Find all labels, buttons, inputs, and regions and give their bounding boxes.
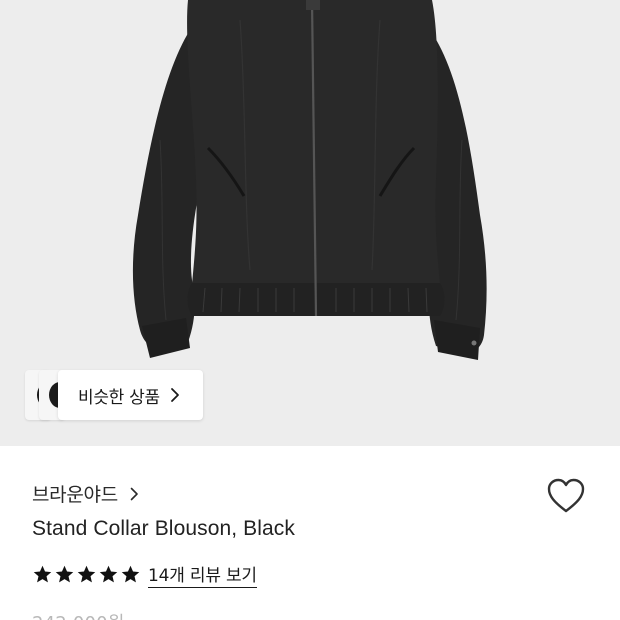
product-image-area[interactable]: 비슷한 상품 [0, 0, 620, 446]
brand-name: 브라운야드 [32, 484, 118, 506]
star-rating [32, 564, 142, 585]
star-icon [99, 565, 118, 583]
reviews-link[interactable]: 14개 리뷰 보기 [148, 561, 257, 588]
product-title: Stand Collar Blouson, Black [32, 517, 296, 540]
star-icon [121, 565, 140, 583]
rating-row: 14개 리뷰 보기 [32, 561, 257, 588]
similar-products-label: 비슷한 상품 [78, 387, 160, 408]
star-icon [33, 565, 52, 583]
product-price: 242,000원 [32, 609, 125, 620]
heart-icon[interactable] [546, 477, 586, 515]
chevron-right-icon [130, 487, 138, 500]
star-icon [55, 565, 74, 583]
star-icon [77, 565, 96, 583]
chevron-right-icon [170, 388, 179, 402]
brand-link[interactable]: 브라운야드 [32, 480, 139, 507]
similar-products-button[interactable]: 비슷한 상품 [58, 370, 203, 420]
